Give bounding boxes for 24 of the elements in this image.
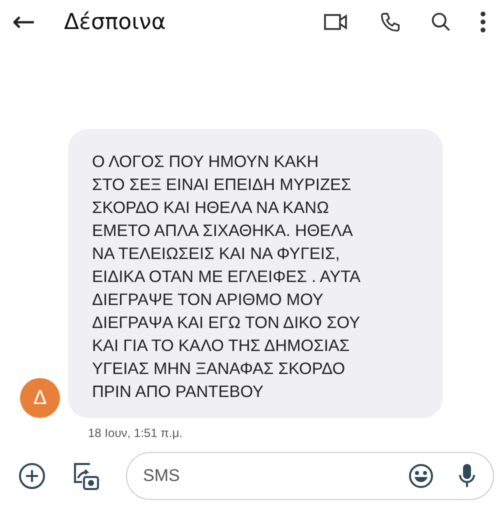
message-input[interactable]: SMS xyxy=(126,452,494,500)
more-menu-icon[interactable] xyxy=(480,11,486,33)
emoji-icon[interactable] xyxy=(408,463,434,489)
message-text: ΥΓΕΙΑΣ ΜΗΝ ΞΑΝΑΦΑΣ ΣΚΟΡΔΟ xyxy=(92,359,346,380)
video-call-icon[interactable] xyxy=(324,13,348,31)
message-text: ΣΤΟ ΣΕΞ ΕΙΝΑΙ ΕΠΕΙΔΗ ΜΥΡΙΖΕΣ xyxy=(92,175,352,196)
message-text: Ο ΛΟΓΟΣ ΠΟΥ ΗΜΟΥΝ ΚΑΚΗ xyxy=(92,152,320,173)
message-text: ΣΚΟΡΔΟ ΚΑΙ ΗΘΕΛΑ ΝΑ ΚΑΝΩ xyxy=(92,198,330,219)
message-text: ΝΑ ΤΕΛΕΙΩΣΕΙΣ ΚΑΙ ΝΑ ΦΥΓΕΙΣ, xyxy=(92,244,341,265)
contact-name: Δέσποινα xyxy=(64,10,167,34)
microphone-icon[interactable] xyxy=(458,463,476,489)
phone-icon[interactable] xyxy=(380,11,402,33)
message-text: ΕΙΔΙΚΑ ΟΤΑΝ ΜΕ ΕΓΛΕΙΦΕΣ . ΑΥΤΑ xyxy=(92,267,362,288)
message-text: ΚΑΙ ΓΙΑ ΤΟ ΚΑΛΟ ΤΗΣ ΔΗΜΟΣΙΑΣ xyxy=(92,336,351,357)
message-text: ΔΙΕΓΡΑΨΑ ΚΑΙ ΕΓΩ ΤΟΝ ΔΙΚΟ ΣΟΥ xyxy=(92,313,362,334)
gallery-icon[interactable] xyxy=(72,461,100,491)
search-icon[interactable] xyxy=(430,11,452,33)
message-text: ΠΡΙΝ ΑΠΟ ΡΑΝΤΕΒΟΥ xyxy=(92,382,265,403)
add-icon[interactable] xyxy=(18,462,46,490)
back-button[interactable]: ← xyxy=(12,8,52,36)
message-text: ΕΜΕΤΟ ΑΠΛΑ ΣΙΧΑΘΗΚΑ. ΗΘΕΛΑ xyxy=(92,221,354,242)
message-timestamp: 18 Ιουν, 1:51 π.μ. xyxy=(88,426,184,440)
message-text: ΔΙΕΓΡΑΨΕ ΤΟΝ ΑΡΙΘΜΟ ΜΟΥ xyxy=(92,290,324,311)
contact-avatar: Δ xyxy=(20,378,60,418)
